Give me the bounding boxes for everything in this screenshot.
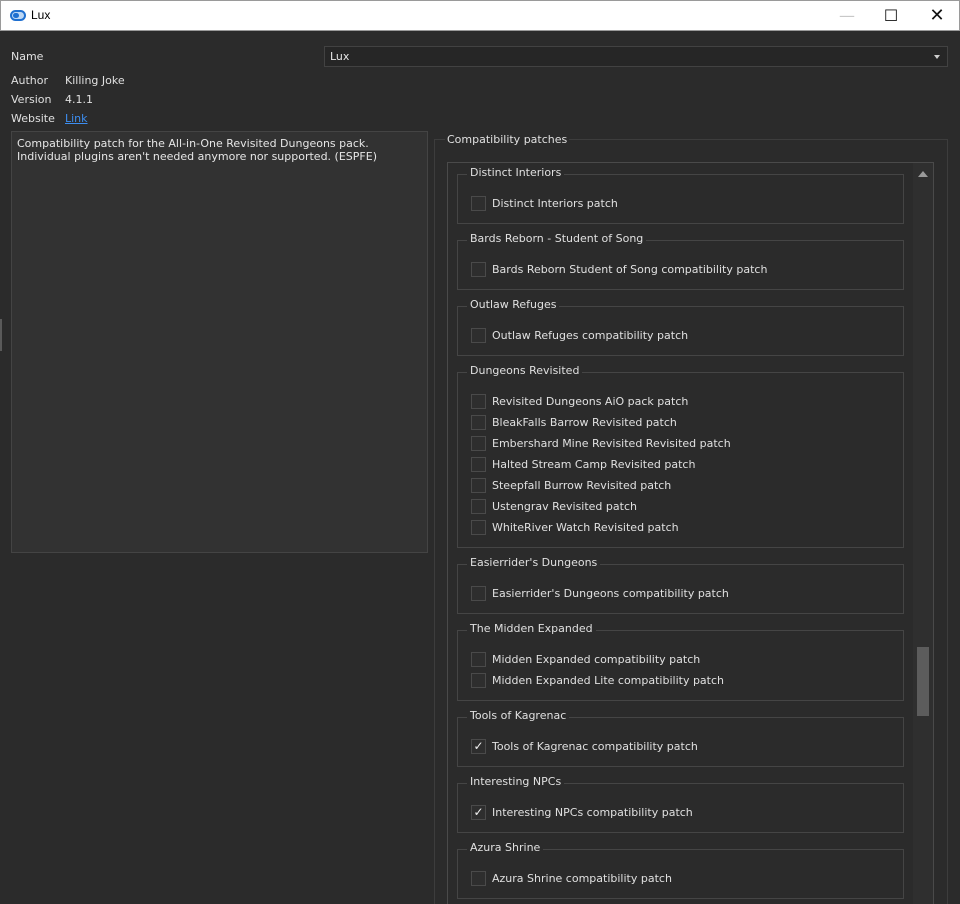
patch-group-title: Azura Shrine	[467, 841, 544, 854]
vertical-scrollbar[interactable]	[913, 163, 933, 904]
patch-option-label: Embershard Mine Revisited Revisited patc…	[492, 437, 731, 450]
version-label: Version	[11, 93, 52, 106]
patch-option-label: Easierrider's Dungeons compatibility pat…	[492, 587, 729, 600]
patch-checkbox[interactable]: ✓	[471, 739, 486, 754]
patch-checkbox[interactable]	[471, 415, 486, 430]
patch-group: Azura Shrine Azura Shrine compatibility p…	[457, 841, 904, 899]
patch-checkbox[interactable]	[471, 436, 486, 451]
patch-checkbox[interactable]	[471, 457, 486, 472]
patch-group: Easierrider's Dungeons Easierrider's Dung…	[457, 556, 904, 614]
patch-group-title: Easierrider's Dungeons	[467, 556, 601, 569]
patch-group-title: Distinct Interiors	[467, 166, 565, 179]
patch-checkbox[interactable]	[471, 328, 486, 343]
patch-checkbox[interactable]	[471, 586, 486, 601]
patch-option-label: Distinct Interiors patch	[492, 197, 618, 210]
patch-checkbox[interactable]	[471, 262, 486, 277]
patch-checkbox[interactable]	[471, 196, 486, 211]
patch-option-label: Interesting NPCs compatibility patch	[492, 806, 693, 819]
patch-option-label: Revisited Dungeons AiO pack patch	[492, 395, 689, 408]
patch-group-title: Interesting NPCs	[467, 775, 565, 788]
patch-option-label: Midden Expanded Lite compatibility patch	[492, 674, 725, 687]
author-label: Author	[11, 74, 49, 87]
scroll-up-arrow-icon[interactable]	[918, 171, 928, 177]
patch-group: Distinct Interiors Distinct Interiors pat…	[457, 166, 904, 224]
patch-option-label: Bards Reborn Student of Song compatibili…	[492, 263, 768, 276]
app-icon	[10, 10, 26, 21]
compatibility-patches-title: Compatibility patches	[445, 133, 570, 146]
name-dropdown[interactable]: Lux	[324, 46, 948, 67]
patch-group: Interesting NPCs ✓ Interesting NPCs compat…	[457, 775, 904, 833]
patch-option-label: Outlaw Refuges compatibility patch	[492, 329, 689, 342]
website-label: Website	[11, 112, 55, 125]
version-value: 4.1.1	[65, 93, 93, 106]
scroll-thumb[interactable]	[917, 647, 929, 716]
patch-checkbox[interactable]	[471, 871, 486, 886]
patch-option-label: Steepfall Burrow Revisited patch	[492, 479, 672, 492]
patch-checkbox[interactable]	[471, 520, 486, 535]
patch-checkbox[interactable]: ✓	[471, 805, 486, 820]
patch-checkbox[interactable]	[471, 478, 486, 493]
name-dropdown-value: Lux	[330, 50, 350, 63]
description-text: Compatibility patch for the All-in-One R…	[17, 137, 377, 163]
patch-group: Bards Reborn - Student of Song Bards Rebo…	[457, 232, 904, 290]
patch-checkbox[interactable]	[471, 499, 486, 514]
patch-checkbox[interactable]	[471, 673, 486, 688]
patch-group-title: Bards Reborn - Student of Song	[467, 232, 647, 245]
author-value: Killing Joke	[65, 74, 125, 87]
patch-group-title: Dungeons Revisited	[467, 364, 583, 377]
patch-option-label: Tools of Kagrenac compatibility patch	[492, 740, 698, 753]
chevron-down-icon[interactable]	[934, 55, 940, 59]
patch-group: Tools of Kagrenac ✓ Tools of Kagrenac comp…	[457, 709, 904, 767]
patch-group: The Midden Expanded Midden Expanded compa…	[457, 622, 904, 701]
minimize-button[interactable]: —	[824, 1, 870, 31]
patch-option-label: Halted Stream Camp Revisited patch	[492, 458, 696, 471]
patch-group-title: The Midden Expanded	[467, 622, 596, 635]
patch-checkbox[interactable]	[471, 652, 486, 667]
patch-group: Outlaw Refuges Outlaw Refuges compatibili…	[457, 298, 904, 356]
patch-group-title: Tools of Kagrenac	[467, 709, 570, 722]
close-button[interactable]: ✕	[914, 1, 960, 31]
title-bar: Lux — ☐ ✕	[0, 0, 960, 31]
name-label: Name	[11, 50, 44, 63]
maximize-button[interactable]: ☐	[868, 1, 914, 31]
patch-checkbox[interactable]	[471, 394, 486, 409]
window-title: Lux	[31, 8, 51, 22]
patch-option-label: BleakFalls Barrow Revisited patch	[492, 416, 677, 429]
patch-option-label: Ustengrav Revisited patch	[492, 500, 637, 513]
patch-option-label: Azura Shrine compatibility patch	[492, 872, 672, 885]
patch-option-label: WhiteRiver Watch Revisited patch	[492, 521, 679, 534]
description-box[interactable]: Compatibility patch for the All-in-One R…	[11, 131, 428, 553]
window-edge-indicator	[0, 319, 2, 351]
patch-group: Dungeons Revisited Revisited Dungeons AiO…	[457, 364, 904, 548]
website-link[interactable]: Link	[65, 112, 88, 125]
patch-option-label: Midden Expanded compatibility patch	[492, 653, 701, 666]
patch-group-title: Outlaw Refuges	[467, 298, 560, 311]
